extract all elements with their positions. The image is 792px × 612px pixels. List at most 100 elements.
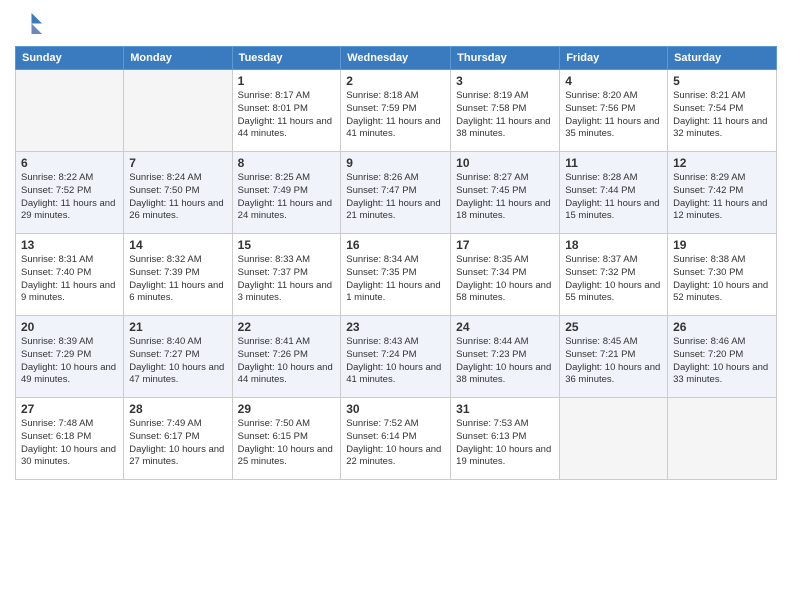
- calendar-week-4: 20 Sunrise: 8:39 AMSunset: 7:29 PMDayligh…: [16, 316, 777, 398]
- calendar-cell: 29 Sunrise: 7:50 AMSunset: 6:15 PMDayligh…: [232, 398, 341, 480]
- weekday-header-thursday: Thursday: [451, 47, 560, 70]
- day-number: 6: [21, 156, 118, 170]
- day-number: 29: [238, 402, 336, 416]
- day-info: Sunrise: 7:48 AMSunset: 6:18 PMDaylight:…: [21, 418, 118, 469]
- day-info: Sunrise: 8:17 AMSunset: 8:01 PMDaylight:…: [238, 90, 336, 141]
- day-number: 31: [456, 402, 554, 416]
- calendar-cell: 5 Sunrise: 8:21 AMSunset: 7:54 PMDaylight…: [668, 70, 777, 152]
- calendar-cell: 19 Sunrise: 8:38 AMSunset: 7:30 PMDayligh…: [668, 234, 777, 316]
- day-number: 22: [238, 320, 336, 334]
- calendar-cell: 6 Sunrise: 8:22 AMSunset: 7:52 PMDaylight…: [16, 152, 124, 234]
- calendar-cell: [124, 70, 232, 152]
- day-info: Sunrise: 7:50 AMSunset: 6:15 PMDaylight:…: [238, 418, 336, 469]
- calendar-cell: 15 Sunrise: 8:33 AMSunset: 7:37 PMDayligh…: [232, 234, 341, 316]
- calendar-cell: 9 Sunrise: 8:26 AMSunset: 7:47 PMDaylight…: [341, 152, 451, 234]
- day-info: Sunrise: 8:33 AMSunset: 7:37 PMDaylight:…: [238, 254, 336, 305]
- day-info: Sunrise: 8:26 AMSunset: 7:47 PMDaylight:…: [346, 172, 445, 223]
- day-info: Sunrise: 8:37 AMSunset: 7:32 PMDaylight:…: [565, 254, 662, 305]
- day-number: 3: [456, 74, 554, 88]
- day-info: Sunrise: 7:53 AMSunset: 6:13 PMDaylight:…: [456, 418, 554, 469]
- logo-icon: [15, 10, 45, 40]
- calendar-cell: [16, 70, 124, 152]
- day-number: 9: [346, 156, 445, 170]
- page: SundayMondayTuesdayWednesdayThursdayFrid…: [0, 0, 792, 612]
- calendar-cell: 2Sunrise: 8:18 AMSunset: 7:59 PMDaylight…: [341, 70, 451, 152]
- day-number: 5: [673, 74, 771, 88]
- calendar-cell: 22 Sunrise: 8:41 AMSunset: 7:26 PMDayligh…: [232, 316, 341, 398]
- day-info: Sunrise: 8:40 AMSunset: 7:27 PMDaylight:…: [129, 336, 226, 387]
- day-info: Sunrise: 7:49 AMSunset: 6:17 PMDaylight:…: [129, 418, 226, 469]
- day-info: Sunrise: 8:25 AMSunset: 7:49 PMDaylight:…: [238, 172, 336, 223]
- calendar-cell: 4 Sunrise: 8:20 AMSunset: 7:56 PMDaylight…: [560, 70, 668, 152]
- calendar-cell: 16 Sunrise: 8:34 AMSunset: 7:35 PMDayligh…: [341, 234, 451, 316]
- calendar-cell: 14Sunrise: 8:32 AMSunset: 7:39 PMDayligh…: [124, 234, 232, 316]
- day-number: 23: [346, 320, 445, 334]
- day-info: Sunrise: 8:45 AMSunset: 7:21 PMDaylight:…: [565, 336, 662, 387]
- calendar-cell: [668, 398, 777, 480]
- day-info: Sunrise: 8:31 AMSunset: 7:40 PMDaylight:…: [21, 254, 118, 305]
- day-number: 10: [456, 156, 554, 170]
- calendar-week-3: 13 Sunrise: 8:31 AMSunset: 7:40 PMDayligh…: [16, 234, 777, 316]
- calendar-cell: 27 Sunrise: 7:48 AMSunset: 6:18 PMDayligh…: [16, 398, 124, 480]
- day-number: 18: [565, 238, 662, 252]
- calendar-cell: 3 Sunrise: 8:19 AMSunset: 7:58 PMDaylight…: [451, 70, 560, 152]
- day-number: 4: [565, 74, 662, 88]
- calendar-cell: 12Sunrise: 8:29 AMSunset: 7:42 PMDayligh…: [668, 152, 777, 234]
- calendar-week-5: 27 Sunrise: 7:48 AMSunset: 6:18 PMDayligh…: [16, 398, 777, 480]
- day-info: Sunrise: 8:32 AMSunset: 7:39 PMDaylight:…: [129, 254, 226, 305]
- day-info: Sunrise: 8:34 AMSunset: 7:35 PMDaylight:…: [346, 254, 445, 305]
- calendar-week-1: 1 Sunrise: 8:17 AMSunset: 8:01 PMDaylight…: [16, 70, 777, 152]
- day-number: 24: [456, 320, 554, 334]
- day-info: Sunrise: 8:35 AMSunset: 7:34 PMDaylight:…: [456, 254, 554, 305]
- day-info: Sunrise: 7:52 AMSunset: 6:14 PMDaylight:…: [346, 418, 445, 469]
- day-number: 13: [21, 238, 118, 252]
- calendar-cell: 1 Sunrise: 8:17 AMSunset: 8:01 PMDaylight…: [232, 70, 341, 152]
- calendar-cell: 25Sunrise: 8:45 AMSunset: 7:21 PMDayligh…: [560, 316, 668, 398]
- day-number: 8: [238, 156, 336, 170]
- day-info: Sunrise: 8:39 AMSunset: 7:29 PMDaylight:…: [21, 336, 118, 387]
- calendar-cell: 26Sunrise: 8:46 AMSunset: 7:20 PMDayligh…: [668, 316, 777, 398]
- calendar-cell: 11 Sunrise: 8:28 AMSunset: 7:44 PMDayligh…: [560, 152, 668, 234]
- day-info: Sunrise: 8:46 AMSunset: 7:20 PMDaylight:…: [673, 336, 771, 387]
- calendar-cell: 10Sunrise: 8:27 AMSunset: 7:45 PMDayligh…: [451, 152, 560, 234]
- calendar-cell: 8 Sunrise: 8:25 AMSunset: 7:49 PMDaylight…: [232, 152, 341, 234]
- calendar-cell: 17 Sunrise: 8:35 AMSunset: 7:34 PMDayligh…: [451, 234, 560, 316]
- calendar-cell: 23Sunrise: 8:43 AMSunset: 7:24 PMDayligh…: [341, 316, 451, 398]
- day-info: Sunrise: 8:22 AMSunset: 7:52 PMDaylight:…: [21, 172, 118, 223]
- day-number: 20: [21, 320, 118, 334]
- day-info: Sunrise: 8:41 AMSunset: 7:26 PMDaylight:…: [238, 336, 336, 387]
- day-number: 1: [238, 74, 336, 88]
- logo: [15, 10, 49, 40]
- day-info: Sunrise: 8:20 AMSunset: 7:56 PMDaylight:…: [565, 90, 662, 141]
- day-info: Sunrise: 8:38 AMSunset: 7:30 PMDaylight:…: [673, 254, 771, 305]
- calendar-cell: 31 Sunrise: 7:53 AMSunset: 6:13 PMDayligh…: [451, 398, 560, 480]
- calendar-week-2: 6 Sunrise: 8:22 AMSunset: 7:52 PMDaylight…: [16, 152, 777, 234]
- day-number: 15: [238, 238, 336, 252]
- day-number: 17: [456, 238, 554, 252]
- calendar-table: SundayMondayTuesdayWednesdayThursdayFrid…: [15, 46, 777, 480]
- calendar-cell: 21 Sunrise: 8:40 AMSunset: 7:27 PMDayligh…: [124, 316, 232, 398]
- day-number: 19: [673, 238, 771, 252]
- weekday-header-tuesday: Tuesday: [232, 47, 341, 70]
- day-info: Sunrise: 8:19 AMSunset: 7:58 PMDaylight:…: [456, 90, 554, 141]
- day-number: 2: [346, 74, 445, 88]
- day-number: 28: [129, 402, 226, 416]
- weekday-header-sunday: Sunday: [16, 47, 124, 70]
- weekday-header-saturday: Saturday: [668, 47, 777, 70]
- day-number: 30: [346, 402, 445, 416]
- calendar-cell: 13 Sunrise: 8:31 AMSunset: 7:40 PMDayligh…: [16, 234, 124, 316]
- day-number: 11: [565, 156, 662, 170]
- day-number: 27: [21, 402, 118, 416]
- calendar-cell: 24 Sunrise: 8:44 AMSunset: 7:23 PMDayligh…: [451, 316, 560, 398]
- day-number: 16: [346, 238, 445, 252]
- weekday-header-row: SundayMondayTuesdayWednesdayThursdayFrid…: [16, 47, 777, 70]
- calendar-cell: 28 Sunrise: 7:49 AMSunset: 6:17 PMDayligh…: [124, 398, 232, 480]
- day-number: 7: [129, 156, 226, 170]
- day-number: 21: [129, 320, 226, 334]
- weekday-header-wednesday: Wednesday: [341, 47, 451, 70]
- day-info: Sunrise: 8:21 AMSunset: 7:54 PMDaylight:…: [673, 90, 771, 141]
- calendar-cell: [560, 398, 668, 480]
- day-number: 12: [673, 156, 771, 170]
- day-info: Sunrise: 8:28 AMSunset: 7:44 PMDaylight:…: [565, 172, 662, 223]
- day-info: Sunrise: 8:44 AMSunset: 7:23 PMDaylight:…: [456, 336, 554, 387]
